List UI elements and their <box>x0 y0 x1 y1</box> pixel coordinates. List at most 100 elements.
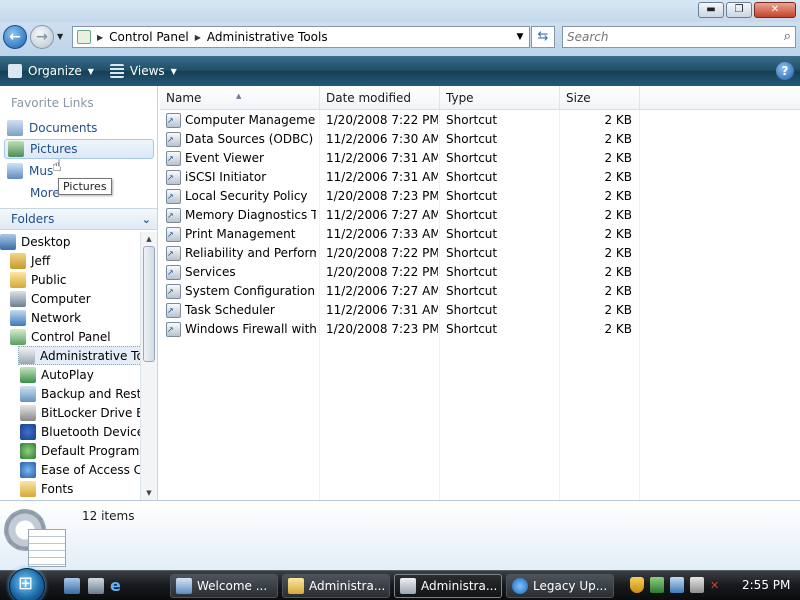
scroll-up-icon[interactable]: ▲ <box>141 232 157 246</box>
tree-item-control-panel[interactable]: Control Panel <box>10 327 111 346</box>
network-status-icon[interactable] <box>670 577 684 593</box>
favorite-link-pictures[interactable]: Pictures <box>4 139 154 159</box>
desktop-icon <box>0 233 16 250</box>
show-desktop-icon[interactable] <box>64 578 80 594</box>
table-row[interactable]: Reliability and Perform... 1/20/2008 7:22… <box>160 244 640 263</box>
chevron-down-icon: ▼ <box>170 66 177 76</box>
close-button[interactable]: ✕ <box>754 2 796 18</box>
details-pane: 12 items <box>0 500 800 570</box>
taskbar-button-legacy-update[interactable]: Legacy Up... <box>506 574 614 598</box>
file-name-cell: Windows Firewall with ... <box>166 320 316 339</box>
tree-item-jeff[interactable]: Jeff <box>10 251 50 270</box>
help-button[interactable]: ? <box>776 62 794 80</box>
computer-icon <box>10 290 26 307</box>
favorite-link-documents[interactable]: Documents <box>4 118 154 138</box>
address-dropdown-icon[interactable]: ▼ <box>511 32 529 42</box>
minimize-button[interactable]: ▬ <box>698 2 724 18</box>
table-row[interactable]: System Configuration 11/2/2006 7:27 AM Sho… <box>160 282 640 301</box>
back-button[interactable]: ← <box>3 25 27 49</box>
folder-tree-scrollbar[interactable]: ▲ ▼ <box>140 232 157 500</box>
administrative-tools-icon <box>19 347 35 364</box>
breadcrumb-administrative-tools[interactable]: Administrative Tools <box>207 30 328 44</box>
tree-item-label: Jeff <box>31 253 51 268</box>
shortcut-icon <box>166 130 181 149</box>
refresh-icon: ⇆ <box>537 29 549 44</box>
size-cell: 2 KB <box>604 151 632 165</box>
clock[interactable]: 2:55 PM <box>742 578 790 592</box>
documents-icon <box>7 120 23 136</box>
type-cell: Shortcut <box>446 284 498 298</box>
file-name-cell: Services <box>166 263 316 282</box>
switch-windows-icon[interactable] <box>88 578 104 594</box>
scroll-down-icon[interactable]: ▼ <box>141 486 157 500</box>
table-row[interactable]: Event Viewer 11/2/2006 7:31 AM Shortcut 2 K… <box>160 149 640 168</box>
search-box[interactable]: ⌕ <box>562 26 796 48</box>
control-panel-icon <box>77 30 91 44</box>
folders-header[interactable]: Folders ⌄ <box>0 208 157 230</box>
file-name: Event Viewer <box>185 151 264 165</box>
table-row[interactable]: Print Management 11/2/2006 7:33 AM Shortcu… <box>160 225 640 244</box>
internet-explorer-icon[interactable]: e <box>110 578 126 594</box>
forward-button[interactable]: → <box>30 25 54 49</box>
tree-item-computer[interactable]: Computer <box>10 289 91 308</box>
title-bar[interactable]: ▬ ❐ ✕ <box>0 0 800 22</box>
table-row[interactable]: Data Sources (ODBC) 11/2/2006 7:30 AM Shor… <box>160 130 640 149</box>
tree-item-ease-of-access[interactable]: Ease of Access Cen <box>20 460 140 479</box>
column-header-label: Name <box>166 91 202 105</box>
breadcrumb-separator-icon[interactable]: ▶ <box>97 33 103 42</box>
taskbar-button-label: Administra... <box>421 579 498 593</box>
administrative-tools-icon <box>400 578 416 594</box>
table-row[interactable]: Services 1/20/2008 7:22 PM Shortcut 2 KB <box>160 263 640 282</box>
table-row[interactable]: iSCSI Initiator 11/2/2006 7:31 AM Shortcut… <box>160 168 640 187</box>
table-row[interactable]: Computer Management 1/20/2008 7:22 PM Shor… <box>160 111 640 130</box>
tree-item-bluetooth-devices[interactable]: Bluetooth Devices <box>20 422 140 441</box>
music-icon <box>7 163 23 179</box>
tree-item-fonts[interactable]: Fonts <box>20 479 73 498</box>
tree-item-administrative-tools[interactable]: Administrative Too <box>18 346 140 365</box>
table-row[interactable]: Local Security Policy 1/20/2008 7:23 PM Sh… <box>160 187 640 206</box>
tree-item-bitlocker[interactable]: BitLocker Drive Enc <box>20 403 140 422</box>
type-cell: Shortcut <box>446 170 498 184</box>
column-header-name[interactable]: Name ▲ <box>160 86 320 110</box>
column-header-date[interactable]: Date modified <box>320 86 440 110</box>
tree-item-network[interactable]: Network <box>10 308 81 327</box>
taskbar-button-administrative-tools[interactable]: Administra... <box>394 574 502 598</box>
shortcut-icon <box>166 149 181 168</box>
views-button[interactable]: Views ▼ <box>102 56 185 86</box>
start-button[interactable] <box>9 568 45 600</box>
file-list: Name ▲ Date modified Type Size Computer … <box>160 86 800 500</box>
tree-item-default-programs[interactable]: Default Programs <box>20 441 140 460</box>
tree-item-desktop[interactable]: Desktop <box>0 232 71 251</box>
table-row[interactable]: Windows Firewall with ... 1/20/2008 7:23 … <box>160 320 640 339</box>
security-shield-icon[interactable] <box>630 577 644 593</box>
windows-defender-icon[interactable] <box>650 577 664 593</box>
search-icon[interactable]: ⌕ <box>784 29 791 44</box>
taskbar-button-administrative-tools-folder[interactable]: Administra... <box>282 574 390 598</box>
column-header-type[interactable]: Type <box>440 86 560 110</box>
taskbar-button-welcome[interactable]: Welcome ... <box>170 574 278 598</box>
ease-of-access-icon <box>20 461 36 478</box>
scrollbar-thumb[interactable] <box>143 246 155 362</box>
tree-item-autoplay[interactable]: AutoPlay <box>20 365 94 384</box>
chevron-down-icon[interactable]: ⌄ <box>142 213 151 226</box>
internet-explorer-icon <box>512 578 528 594</box>
tree-item-public[interactable]: Public <box>10 270 67 289</box>
column-header-size[interactable]: Size <box>560 86 640 110</box>
bitlocker-icon <box>20 404 36 421</box>
table-row[interactable]: Memory Diagnostics T... 11/2/2006 7:27 AM… <box>160 206 640 225</box>
recent-pages-dropdown[interactable]: ▼ <box>57 32 63 41</box>
refresh-button[interactable]: ⇆ <box>531 26 555 48</box>
breadcrumb-control-panel[interactable]: Control Panel <box>109 30 189 44</box>
shortcut-icon <box>166 225 181 244</box>
address-bar[interactable]: ▶ Control Panel ▶ Administrative Tools ▼ <box>72 26 530 48</box>
tree-item-label: Network <box>31 310 82 325</box>
organize-button[interactable]: Organize ▼ <box>0 56 102 86</box>
table-row[interactable]: Task Scheduler 11/2/2006 7:31 AM Shortcut 2… <box>160 301 640 320</box>
breadcrumb-separator-icon[interactable]: ▶ <box>195 33 201 42</box>
size-cell: 2 KB <box>604 284 632 298</box>
tree-item-label: BitLocker Drive Enc <box>41 405 140 420</box>
search-input[interactable] <box>563 27 763 47</box>
volume-icon[interactable] <box>690 577 704 593</box>
tree-item-backup-and-restore[interactable]: Backup and Restor <box>20 384 140 403</box>
maximize-button[interactable]: ❐ <box>726 2 752 18</box>
